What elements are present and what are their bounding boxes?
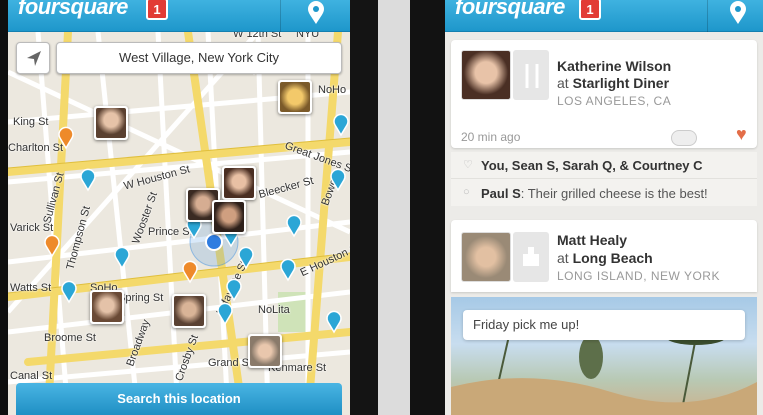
avatar	[461, 50, 511, 100]
venue-name: Starlight Diner	[572, 75, 670, 91]
avatar	[461, 232, 511, 282]
device-bezel	[350, 0, 378, 415]
comment-text: : Their grilled cheese is the best!	[520, 186, 708, 201]
comment-content: Paul S: Their grilled cheese is the best…	[481, 186, 708, 201]
comment-row: ○ Paul S: Their grilled cheese is the be…	[451, 178, 757, 206]
current-location-button[interactable]	[16, 42, 50, 74]
venue-category-icon	[513, 50, 549, 100]
heart-icon[interactable]: ♥	[736, 124, 747, 145]
location-field[interactable]: West Village, New York City	[56, 42, 342, 74]
device-bezel	[410, 0, 445, 415]
fork-knife-icon	[525, 64, 539, 88]
photo-caption: Friday pick me up!	[463, 310, 745, 340]
likes-row: ♡ You, Sean S, Sarah Q, & Courtney C	[451, 152, 757, 178]
venue-name: Long Beach	[572, 250, 653, 266]
comment-author[interactable]: Paul S	[481, 186, 521, 201]
avatar	[214, 202, 244, 232]
avatar	[280, 82, 310, 112]
checkin-card[interactable]: Katherine Wilson at Starlight Diner LOS …	[451, 40, 757, 148]
phone-left-map-screen: foursquare 1 W 12th St NYU NoHo King St …	[8, 0, 350, 415]
friend-avatar-pin[interactable]	[94, 106, 128, 140]
landmark-icon	[523, 247, 539, 266]
notification-badge[interactable]: 1	[579, 0, 601, 20]
location-pin-button[interactable]	[280, 0, 350, 32]
venue-location: LONG ISLAND, NEW YORK	[557, 269, 720, 283]
avatar	[174, 296, 204, 326]
map-view[interactable]: W 12th St NYU NoHo King St Prince St Spr…	[8, 32, 350, 415]
user-name[interactable]: Matt Healy	[557, 232, 627, 248]
phone-right-feed-screen: foursquare 1 Katherine Wilson at Starlig…	[445, 0, 763, 415]
notification-badge[interactable]: 1	[146, 0, 168, 20]
foursquare-logo: foursquare	[455, 0, 565, 19]
friend-avatar-pin[interactable]	[278, 80, 312, 114]
likes-text[interactable]: You, Sean S, Sarah Q, & Courtney C	[481, 158, 703, 173]
top-bar: foursquare 1	[445, 0, 763, 32]
venue-category-icon	[513, 232, 549, 282]
venue-line[interactable]: at Starlight Diner	[557, 75, 669, 91]
foursquare-logo: foursquare	[18, 0, 128, 19]
heart-outline-icon: ♡	[463, 159, 473, 171]
device-bezel-left	[0, 0, 8, 415]
comment-icon[interactable]	[671, 130, 697, 146]
background-gap	[378, 0, 410, 415]
avatar	[96, 108, 126, 138]
user-name[interactable]: Katherine Wilson	[557, 58, 671, 74]
timestamp: 20 min ago	[461, 130, 521, 144]
friend-avatar-pin[interactable]	[222, 166, 256, 200]
location-bar: West Village, New York City	[16, 42, 342, 74]
avatar	[92, 292, 122, 322]
at-label: at	[557, 75, 569, 91]
top-bar: foursquare 1	[8, 0, 350, 32]
venue-location: LOS ANGELES, CA	[557, 94, 672, 108]
speech-bubble-icon: ○	[463, 186, 470, 198]
venue-line[interactable]: at Long Beach	[557, 250, 653, 266]
avatar	[250, 336, 280, 366]
map-pin-icon	[730, 1, 746, 24]
friend-avatar-pin[interactable]	[212, 200, 246, 234]
at-label: at	[557, 250, 569, 266]
search-location-button[interactable]: Search this location	[16, 383, 342, 415]
friend-avatar-pin[interactable]	[172, 294, 206, 328]
location-arrow-icon	[27, 51, 41, 66]
checkin-feed: Katherine Wilson at Starlight Diner LOS …	[445, 32, 763, 415]
location-pin-button[interactable]	[707, 0, 763, 32]
friend-avatar-pin[interactable]	[248, 334, 282, 368]
friend-avatar-pin[interactable]	[90, 290, 124, 324]
checkin-card[interactable]: Matt Healy at Long Beach LONG ISLAND, NE…	[451, 220, 757, 292]
avatar	[224, 168, 254, 198]
map-pin-icon	[308, 1, 324, 24]
